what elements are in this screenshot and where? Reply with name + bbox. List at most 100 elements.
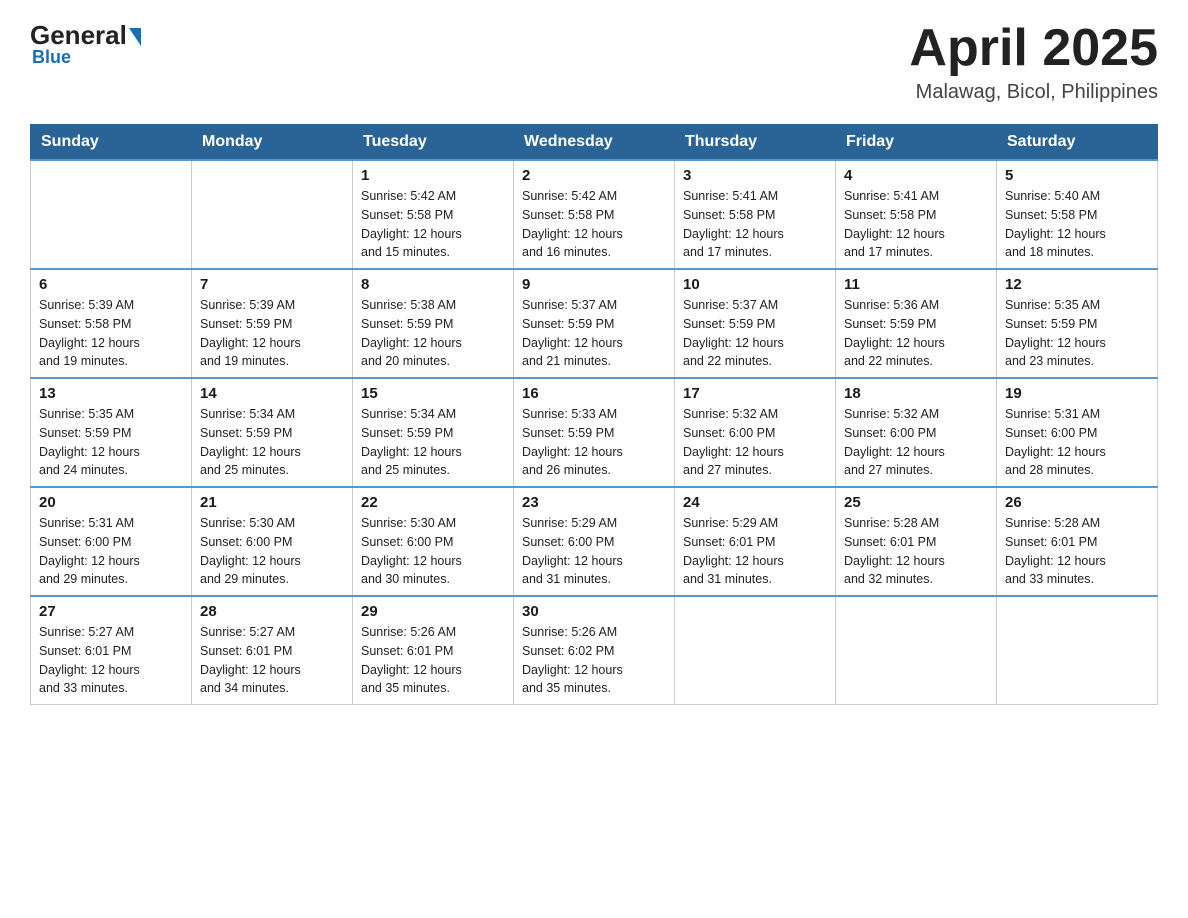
week-row-1: 1 Sunrise: 5:42 AMSunset: 5:58 PMDaylight… [31, 160, 1158, 269]
week-row-5: 27 Sunrise: 5:27 AMSunset: 6:01 PMDayligh… [31, 596, 1158, 705]
calendar-cell [836, 596, 997, 705]
day-number: 21 [200, 494, 344, 511]
day-number: 20 [39, 494, 183, 511]
day-number: 5 [1005, 167, 1149, 184]
day-info: Sunrise: 5:38 AMSunset: 5:59 PMDaylight:… [361, 296, 505, 371]
day-number: 22 [361, 494, 505, 511]
day-number: 10 [683, 276, 827, 293]
day-number: 16 [522, 385, 666, 402]
day-info: Sunrise: 5:40 AMSunset: 5:58 PMDaylight:… [1005, 187, 1149, 262]
day-info: Sunrise: 5:28 AMSunset: 6:01 PMDaylight:… [1005, 514, 1149, 589]
calendar-cell: 14Sunrise: 5:34 AMSunset: 5:59 PMDayligh… [192, 378, 353, 487]
day-number: 12 [1005, 276, 1149, 293]
calendar-cell: 21 Sunrise: 5:30 AMSunset: 6:00 PMDayligh… [192, 487, 353, 596]
day-number: 30 [522, 603, 666, 620]
weekday-header-tuesday: Tuesday [353, 125, 514, 161]
day-number: 14 [200, 385, 344, 402]
day-info: Sunrise: 5:41 AMSunset: 5:58 PMDaylight:… [844, 187, 988, 262]
month-title: April 2025 [909, 20, 1158, 77]
calendar-cell: 12 Sunrise: 5:35 AMSunset: 5:59 PMDayligh… [997, 269, 1158, 378]
day-info: Sunrise: 5:32 AMSunset: 6:00 PMDaylight:… [844, 405, 988, 480]
calendar-cell: 6Sunrise: 5:39 AMSunset: 5:58 PMDaylight… [31, 269, 192, 378]
calendar-cell: 26 Sunrise: 5:28 AMSunset: 6:01 PMDayligh… [997, 487, 1158, 596]
location-title: Malawag, Bicol, Philippines [909, 81, 1158, 104]
day-info: Sunrise: 5:34 AMSunset: 5:59 PMDaylight:… [361, 405, 505, 480]
calendar-cell: 10 Sunrise: 5:37 AMSunset: 5:59 PMDayligh… [675, 269, 836, 378]
day-number: 8 [361, 276, 505, 293]
calendar-cell: 7 Sunrise: 5:39 AMSunset: 5:59 PMDaylight… [192, 269, 353, 378]
calendar-cell: 28Sunrise: 5:27 AMSunset: 6:01 PMDayligh… [192, 596, 353, 705]
day-number: 9 [522, 276, 666, 293]
day-info: Sunrise: 5:31 AMSunset: 6:00 PMDaylight:… [1005, 405, 1149, 480]
calendar-cell: 2 Sunrise: 5:42 AMSunset: 5:58 PMDaylight… [514, 160, 675, 269]
week-row-2: 6Sunrise: 5:39 AMSunset: 5:58 PMDaylight… [31, 269, 1158, 378]
calendar-cell [31, 160, 192, 269]
calendar-cell: 17 Sunrise: 5:32 AMSunset: 6:00 PMDayligh… [675, 378, 836, 487]
weekday-header-thursday: Thursday [675, 125, 836, 161]
day-number: 24 [683, 494, 827, 511]
calendar-cell: 18 Sunrise: 5:32 AMSunset: 6:00 PMDayligh… [836, 378, 997, 487]
day-info: Sunrise: 5:39 AMSunset: 5:59 PMDaylight:… [200, 296, 344, 371]
calendar-cell: 19Sunrise: 5:31 AMSunset: 6:00 PMDayligh… [997, 378, 1158, 487]
day-info: Sunrise: 5:27 AMSunset: 6:01 PMDaylight:… [39, 623, 183, 698]
day-info: Sunrise: 5:26 AMSunset: 6:02 PMDaylight:… [522, 623, 666, 698]
day-number: 18 [844, 385, 988, 402]
calendar-cell: 9Sunrise: 5:37 AMSunset: 5:59 PMDaylight… [514, 269, 675, 378]
day-number: 25 [844, 494, 988, 511]
day-number: 29 [361, 603, 505, 620]
calendar-cell: 3Sunrise: 5:41 AMSunset: 5:58 PMDaylight… [675, 160, 836, 269]
title-area: April 2025 Malawag, Bicol, Philippines [909, 20, 1158, 104]
day-number: 27 [39, 603, 183, 620]
logo-blue-text: Blue [32, 47, 71, 68]
day-info: Sunrise: 5:26 AMSunset: 6:01 PMDaylight:… [361, 623, 505, 698]
day-number: 3 [683, 167, 827, 184]
day-info: Sunrise: 5:35 AMSunset: 5:59 PMDaylight:… [1005, 296, 1149, 371]
day-info: Sunrise: 5:42 AMSunset: 5:58 PMDaylight:… [522, 187, 666, 262]
day-info: Sunrise: 5:29 AMSunset: 6:00 PMDaylight:… [522, 514, 666, 589]
day-info: Sunrise: 5:28 AMSunset: 6:01 PMDaylight:… [844, 514, 988, 589]
calendar-cell: 11Sunrise: 5:36 AMSunset: 5:59 PMDayligh… [836, 269, 997, 378]
calendar-cell: 13Sunrise: 5:35 AMSunset: 5:59 PMDayligh… [31, 378, 192, 487]
calendar-cell [675, 596, 836, 705]
day-number: 7 [200, 276, 344, 293]
day-number: 4 [844, 167, 988, 184]
day-number: 11 [844, 276, 988, 293]
calendar-cell: 30 Sunrise: 5:26 AMSunset: 6:02 PMDayligh… [514, 596, 675, 705]
day-info: Sunrise: 5:32 AMSunset: 6:00 PMDaylight:… [683, 405, 827, 480]
weekday-header-sunday: Sunday [31, 125, 192, 161]
day-number: 23 [522, 494, 666, 511]
weekday-header-saturday: Saturday [997, 125, 1158, 161]
calendar-cell: 22Sunrise: 5:30 AMSunset: 6:00 PMDayligh… [353, 487, 514, 596]
week-row-4: 20 Sunrise: 5:31 AMSunset: 6:00 PMDayligh… [31, 487, 1158, 596]
calendar-cell: 27 Sunrise: 5:27 AMSunset: 6:01 PMDayligh… [31, 596, 192, 705]
calendar-cell: 25 Sunrise: 5:28 AMSunset: 6:01 PMDayligh… [836, 487, 997, 596]
weekday-header-wednesday: Wednesday [514, 125, 675, 161]
day-number: 6 [39, 276, 183, 293]
weekday-header-monday: Monday [192, 125, 353, 161]
calendar-cell [997, 596, 1158, 705]
day-number: 1 [361, 167, 505, 184]
day-number: 2 [522, 167, 666, 184]
week-row-3: 13Sunrise: 5:35 AMSunset: 5:59 PMDayligh… [31, 378, 1158, 487]
day-info: Sunrise: 5:37 AMSunset: 5:59 PMDaylight:… [683, 296, 827, 371]
calendar-cell: 16 Sunrise: 5:33 AMSunset: 5:59 PMDayligh… [514, 378, 675, 487]
weekday-header-friday: Friday [836, 125, 997, 161]
day-info: Sunrise: 5:30 AMSunset: 6:00 PMDaylight:… [200, 514, 344, 589]
day-info: Sunrise: 5:29 AMSunset: 6:01 PMDaylight:… [683, 514, 827, 589]
day-number: 15 [361, 385, 505, 402]
day-info: Sunrise: 5:35 AMSunset: 5:59 PMDaylight:… [39, 405, 183, 480]
day-info: Sunrise: 5:33 AMSunset: 5:59 PMDaylight:… [522, 405, 666, 480]
day-number: 26 [1005, 494, 1149, 511]
day-number: 17 [683, 385, 827, 402]
calendar-cell: 4 Sunrise: 5:41 AMSunset: 5:58 PMDaylight… [836, 160, 997, 269]
calendar-table: SundayMondayTuesdayWednesdayThursdayFrid… [30, 124, 1158, 705]
calendar-cell: 8 Sunrise: 5:38 AMSunset: 5:59 PMDaylight… [353, 269, 514, 378]
calendar-cell [192, 160, 353, 269]
day-info: Sunrise: 5:31 AMSunset: 6:00 PMDaylight:… [39, 514, 183, 589]
page-header: General Blue April 2025 Malawag, Bicol, … [30, 20, 1158, 104]
calendar-cell: 5 Sunrise: 5:40 AMSunset: 5:58 PMDaylight… [997, 160, 1158, 269]
logo-triangle-icon [129, 28, 141, 46]
calendar-cell: 29 Sunrise: 5:26 AMSunset: 6:01 PMDayligh… [353, 596, 514, 705]
calendar-cell: 20 Sunrise: 5:31 AMSunset: 6:00 PMDayligh… [31, 487, 192, 596]
day-info: Sunrise: 5:27 AMSunset: 6:01 PMDaylight:… [200, 623, 344, 698]
